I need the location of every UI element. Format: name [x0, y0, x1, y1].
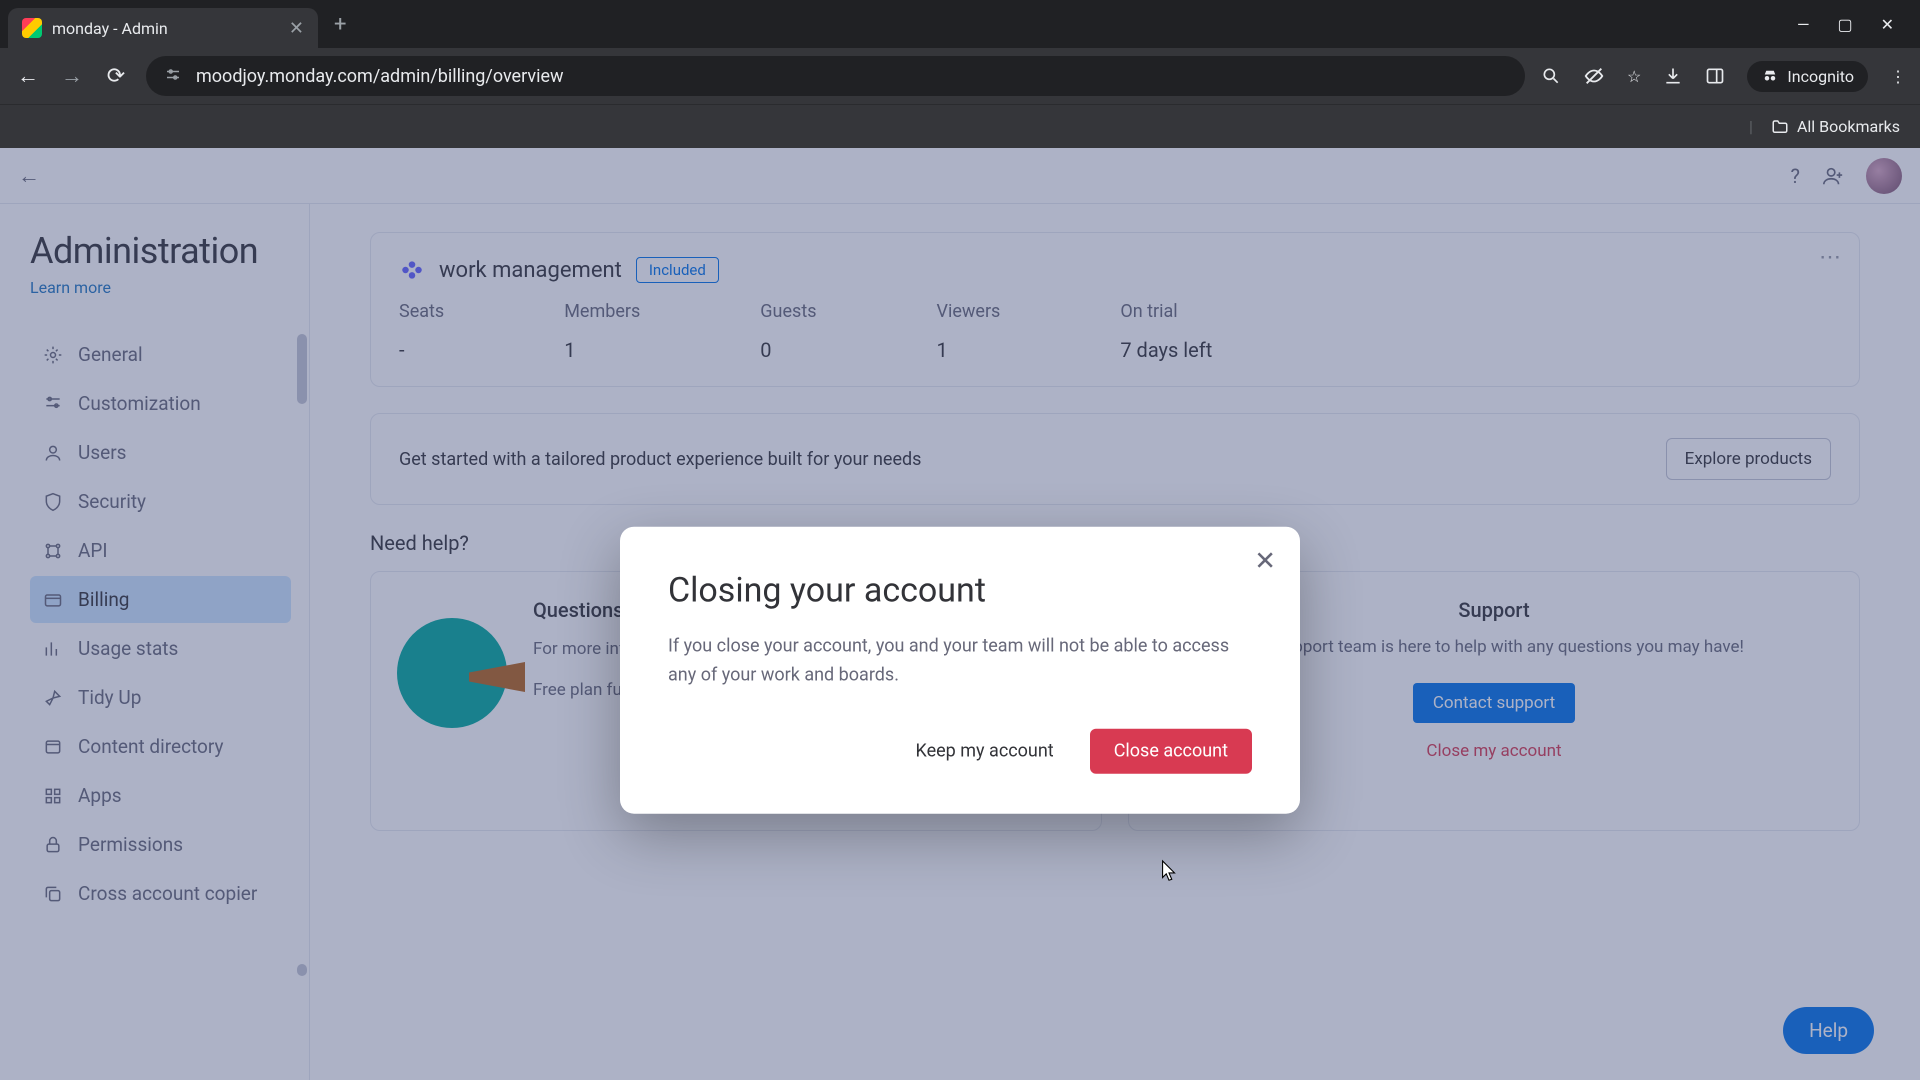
url-text: moodjoy.monday.com/admin/billing/overvie… — [196, 66, 1507, 87]
window-controls: ― ▢ ✕ — [1797, 15, 1912, 34]
tab-bar: monday - Admin ✕ + ― ▢ ✕ — [0, 0, 1920, 48]
keep-account-button[interactable]: Keep my account — [898, 728, 1072, 773]
modal-close-icon[interactable]: ✕ — [1254, 547, 1276, 577]
download-icon[interactable] — [1663, 66, 1683, 86]
tab-favicon — [22, 18, 42, 38]
all-bookmarks-button[interactable]: All Bookmarks — [1771, 117, 1900, 136]
modal-body: If you close your account, you and your … — [668, 633, 1252, 691]
tab-close-icon[interactable]: ✕ — [289, 18, 304, 39]
browser-chrome: monday - Admin ✕ + ― ▢ ✕ ← → ⟳ moodjoy.m… — [0, 0, 1920, 148]
modal-title: Closing your account — [668, 571, 1252, 611]
browser-menu-icon[interactable]: ⋮ — [1890, 67, 1906, 86]
zoom-icon[interactable] — [1541, 66, 1561, 86]
site-settings-icon[interactable] — [164, 67, 182, 85]
new-tab-button[interactable]: + — [318, 12, 362, 37]
tab-title: monday - Admin — [52, 19, 279, 38]
close-account-button[interactable]: Close account — [1090, 728, 1252, 773]
minimize-icon[interactable]: ― — [1797, 15, 1810, 34]
bookmarks-bar: | All Bookmarks — [0, 104, 1920, 148]
maximize-icon[interactable]: ▢ — [1837, 15, 1852, 34]
folder-icon — [1771, 118, 1789, 136]
toolbar-actions: ☆ Incognito ⋮ — [1541, 61, 1906, 92]
reload-icon[interactable]: ⟳ — [102, 64, 130, 89]
incognito-icon — [1761, 67, 1779, 85]
close-account-modal: ✕ Closing your account If you close your… — [620, 527, 1300, 814]
eye-off-icon[interactable] — [1583, 65, 1605, 87]
app-root: ← ? Administration Learn more General Cu… — [0, 148, 1920, 1080]
back-icon[interactable]: ← — [14, 63, 42, 89]
close-window-icon[interactable]: ✕ — [1881, 15, 1894, 34]
incognito-badge[interactable]: Incognito — [1747, 61, 1868, 92]
bookmark-star-icon[interactable]: ☆ — [1627, 67, 1641, 86]
address-bar: ← → ⟳ moodjoy.monday.com/admin/billing/o… — [0, 48, 1920, 104]
sidepanel-icon[interactable] — [1705, 66, 1725, 86]
browser-tab[interactable]: monday - Admin ✕ — [8, 8, 318, 48]
forward-icon[interactable]: → — [58, 63, 86, 89]
url-box[interactable]: moodjoy.monday.com/admin/billing/overvie… — [146, 56, 1525, 96]
